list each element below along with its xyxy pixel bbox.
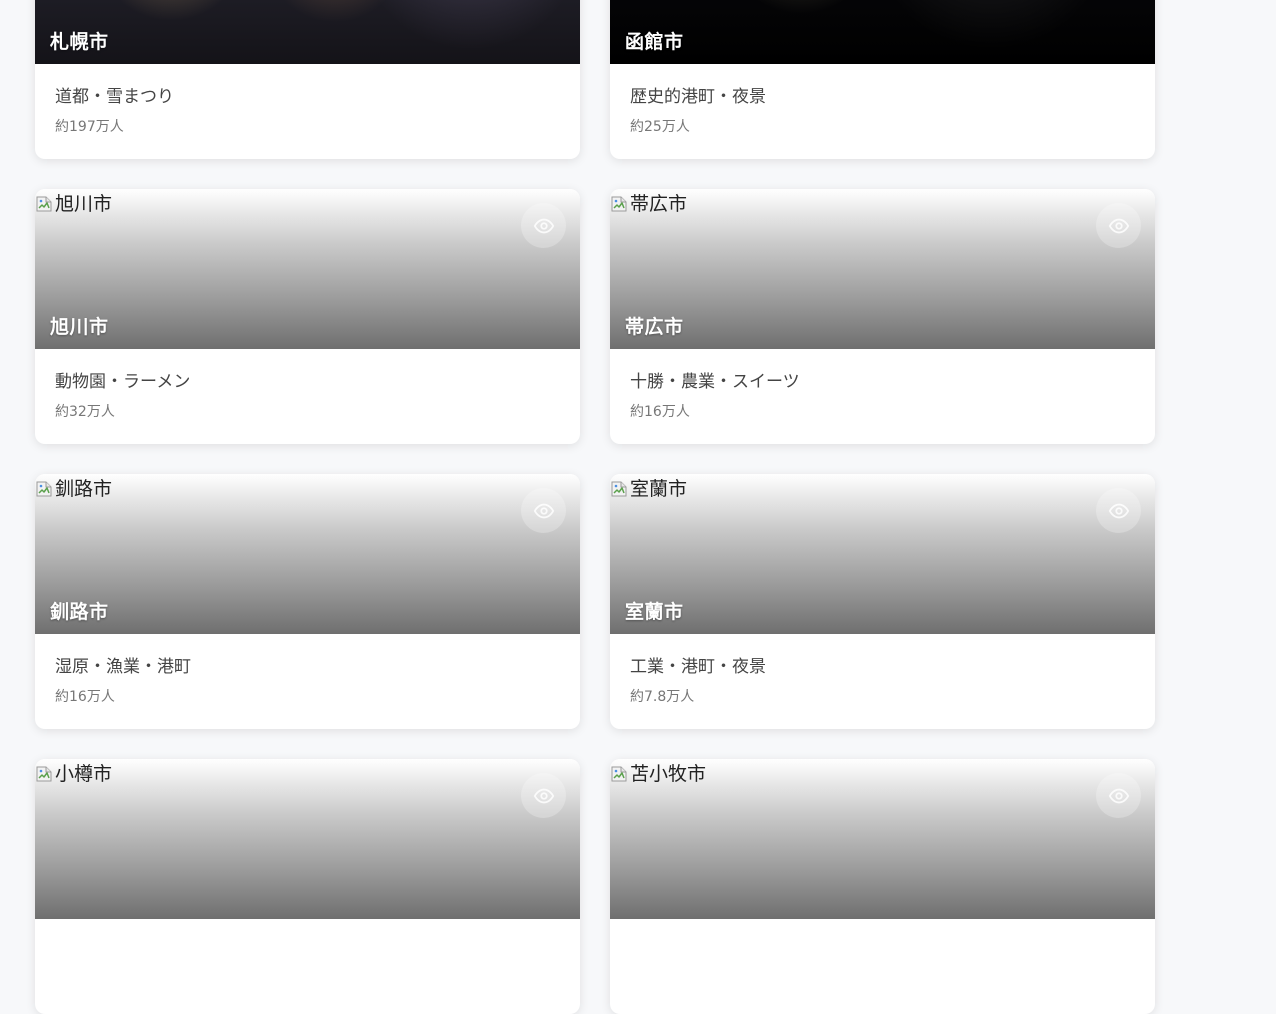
- city-card-obihiro[interactable]: 帯広市 帯広市 十勝・農業・スイーツ 約16万人: [610, 189, 1155, 444]
- city-tags: 道都・雪まつり: [55, 87, 174, 107]
- image-alt-label: 苫小牧市: [630, 763, 707, 785]
- city-photo: 札幌市: [35, 0, 580, 64]
- city-card-kushiro[interactable]: 釧路市 釧路市 湿原・漁業・港町 約16万人: [35, 474, 580, 729]
- view-button[interactable]: [1096, 488, 1141, 533]
- broken-image-icon: [35, 195, 53, 213]
- city-name-overlay: 釧路市: [50, 601, 109, 623]
- image-alt-text: 旭川市: [35, 193, 112, 215]
- card-info: 動物園・ラーメン 約32万人: [35, 349, 580, 421]
- image-alt-label: 室蘭市: [630, 478, 688, 500]
- image-alt-text: 苫小牧市: [610, 763, 706, 785]
- image-alt-text: 帯広市: [610, 193, 687, 215]
- city-tags: 歴史的港町・夜景: [630, 87, 766, 107]
- city-name-overlay: 室蘭市: [625, 601, 684, 623]
- city-population: 約16万人: [630, 404, 690, 420]
- view-button[interactable]: [521, 203, 566, 248]
- card-info: 道都・雪まつり 約197万人: [35, 64, 580, 136]
- city-photo: 函館市: [610, 0, 1155, 64]
- city-photo: 小樽市: [35, 759, 580, 919]
- view-button[interactable]: [521, 773, 566, 818]
- city-card-hakodate[interactable]: 函館市 歴史的港町・夜景 約25万人: [610, 0, 1155, 159]
- city-population: 約32万人: [55, 404, 115, 420]
- image-alt-text: 小樽市: [35, 763, 112, 785]
- eye-icon: [533, 785, 555, 807]
- card-info: 歴史的港町・夜景 約25万人: [610, 64, 1155, 136]
- city-card-otaru[interactable]: 小樽市: [35, 759, 580, 1014]
- card-info: 工業・港町・夜景 約7.8万人: [610, 634, 1155, 706]
- eye-icon: [533, 500, 555, 522]
- card-info: 十勝・農業・スイーツ 約16万人: [610, 349, 1155, 421]
- view-button[interactable]: [1096, 773, 1141, 818]
- view-button[interactable]: [1096, 203, 1141, 248]
- city-photo: 室蘭市 室蘭市: [610, 474, 1155, 634]
- city-card-muroran[interactable]: 室蘭市 室蘭市 工業・港町・夜景 約7.8万人: [610, 474, 1155, 729]
- city-population: 約25万人: [630, 119, 690, 135]
- city-card-tomakomai[interactable]: 苫小牧市: [610, 759, 1155, 1014]
- eye-icon: [1108, 500, 1130, 522]
- city-card-sapporo[interactable]: 札幌市 道都・雪まつり 約197万人: [35, 0, 580, 159]
- city-population: 約197万人: [55, 119, 124, 135]
- city-photo: 釧路市 釧路市: [35, 474, 580, 634]
- broken-image-icon: [610, 765, 628, 783]
- image-alt-text: 室蘭市: [610, 478, 687, 500]
- city-name-overlay: 旭川市: [50, 316, 109, 338]
- city-population: 約7.8万人: [630, 689, 695, 705]
- city-tags: 十勝・農業・スイーツ: [630, 372, 800, 392]
- city-card-asahikawa[interactable]: 旭川市 旭川市 動物園・ラーメン 約32万人: [35, 189, 580, 444]
- city-photo: 帯広市 帯広市: [610, 189, 1155, 349]
- city-photo: 旭川市 旭川市: [35, 189, 580, 349]
- city-name-overlay: 札幌市: [50, 31, 109, 53]
- city-tags: 動物園・ラーメン: [55, 372, 191, 392]
- broken-image-icon: [35, 480, 53, 498]
- image-alt-label: 帯広市: [630, 193, 688, 215]
- city-name-overlay: 帯広市: [625, 316, 684, 338]
- view-button[interactable]: [521, 488, 566, 533]
- image-alt-label: 釧路市: [55, 478, 113, 500]
- city-name-overlay: 函館市: [625, 31, 684, 53]
- city-photo: 苫小牧市: [610, 759, 1155, 919]
- card-info: 湿原・漁業・港町 約16万人: [35, 634, 580, 706]
- eye-icon: [533, 215, 555, 237]
- image-alt-text: 釧路市: [35, 478, 112, 500]
- city-population: 約16万人: [55, 689, 115, 705]
- city-tags: 湿原・漁業・港町: [55, 657, 191, 677]
- broken-image-icon: [35, 765, 53, 783]
- broken-image-icon: [610, 480, 628, 498]
- broken-image-icon: [610, 195, 628, 213]
- eye-icon: [1108, 215, 1130, 237]
- eye-icon: [1108, 785, 1130, 807]
- city-tags: 工業・港町・夜景: [630, 657, 766, 677]
- image-alt-label: 旭川市: [55, 193, 113, 215]
- image-alt-label: 小樽市: [55, 763, 113, 785]
